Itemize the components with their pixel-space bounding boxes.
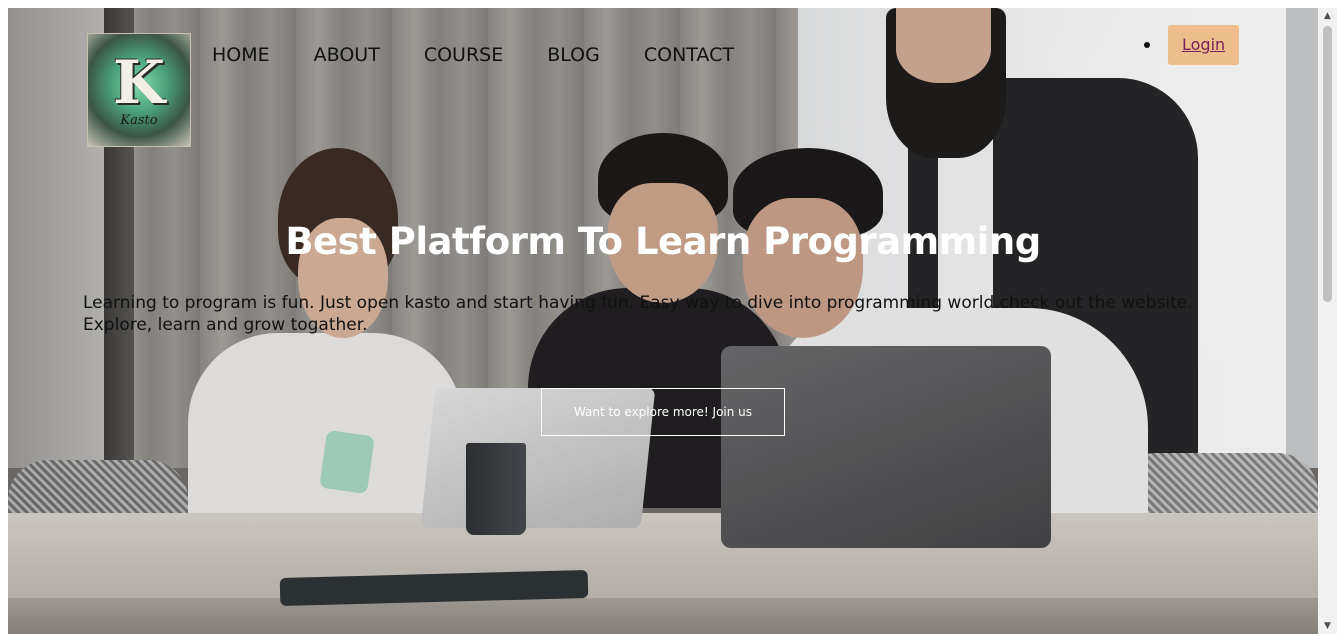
join-us-button[interactable]: Want to explore more! Join us: [541, 388, 785, 436]
list-bullet-icon: [1144, 42, 1150, 48]
logo-letter: K: [112, 48, 166, 118]
scrollbar-thumb[interactable]: [1323, 26, 1332, 302]
login-button[interactable]: Login: [1168, 25, 1240, 65]
nav-item-about[interactable]: ABOUT: [314, 44, 380, 66]
hero-title: Best Platform To Learn Programming: [285, 220, 1041, 263]
hero-description: Learning to program is fun. Just open ka…: [83, 293, 1193, 335]
nav-item-home[interactable]: HOME: [212, 44, 270, 66]
page-viewport: K Kasto HOME ABOUT COURSE BLOG CONTACT L…: [8, 8, 1318, 634]
nav-item-course[interactable]: COURSE: [424, 44, 503, 66]
login-container: Login: [1144, 25, 1240, 65]
nav-item-blog[interactable]: BLOG: [547, 44, 600, 66]
logo-script: Kasto: [120, 113, 158, 128]
page-scrollbar[interactable]: ▲ ▼: [1318, 8, 1337, 634]
site-logo[interactable]: K Kasto: [87, 33, 191, 147]
nav-item-contact[interactable]: CONTACT: [644, 44, 734, 66]
scroll-up-icon[interactable]: ▲: [1318, 8, 1337, 24]
main-nav: HOME ABOUT COURSE BLOG CONTACT: [212, 44, 778, 66]
scroll-down-icon[interactable]: ▼: [1318, 618, 1337, 634]
